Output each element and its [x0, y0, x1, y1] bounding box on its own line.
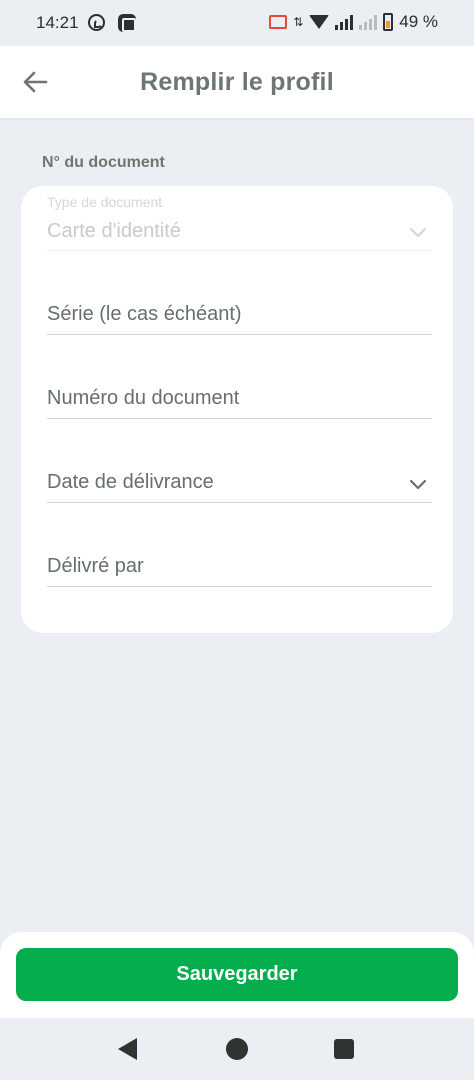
issued-by-field[interactable] — [47, 538, 432, 587]
status-bar: 14:21 ⇅ 49 % — [0, 0, 474, 46]
chevron-down-icon — [409, 227, 427, 238]
nav-recents-icon[interactable] — [334, 1039, 354, 1059]
document-type-select[interactable]: Type de document Carte d'identité — [47, 186, 432, 251]
whatsapp-icon — [88, 14, 105, 31]
document-form-card: Type de document Carte d'identité Date d… — [21, 186, 453, 633]
page-title: Remplir le profil — [140, 68, 334, 96]
nav-back-icon[interactable] — [118, 1038, 137, 1060]
status-time: 14:21 — [36, 13, 79, 32]
signal-icon — [335, 14, 354, 30]
status-icons: ⇅ 49 % — [269, 12, 438, 32]
document-number-input[interactable] — [47, 387, 387, 410]
bottom-action-panel: Sauvegarder — [0, 932, 474, 1018]
series-field[interactable] — [47, 286, 432, 335]
cast-icon — [269, 15, 288, 29]
chevron-down-icon — [409, 479, 427, 490]
section-label: N° du document — [42, 154, 165, 171]
issued-by-input[interactable] — [47, 555, 387, 578]
system-nav-bar — [0, 1018, 474, 1080]
issue-date-select[interactable]: Date de délivrance — [47, 454, 432, 503]
nav-home-icon[interactable] — [226, 1038, 248, 1060]
issue-date-placeholder: Date de délivrance — [47, 471, 214, 493]
save-button[interactable]: Sauvegarder — [16, 948, 458, 1001]
data-arrows-icon: ⇅ — [293, 15, 304, 29]
series-input[interactable] — [47, 303, 387, 326]
document-number-field[interactable] — [47, 370, 432, 419]
wifi-icon — [309, 15, 330, 29]
app-notification-icon — [118, 14, 136, 32]
battery-level: 49 % — [399, 12, 438, 31]
app-bar: Remplir le profil — [0, 46, 474, 118]
signal-icon — [359, 14, 378, 30]
battery-icon — [383, 13, 394, 31]
document-type-label: Type de document — [47, 194, 163, 210]
document-type-value: Carte d'identité — [47, 220, 181, 242]
